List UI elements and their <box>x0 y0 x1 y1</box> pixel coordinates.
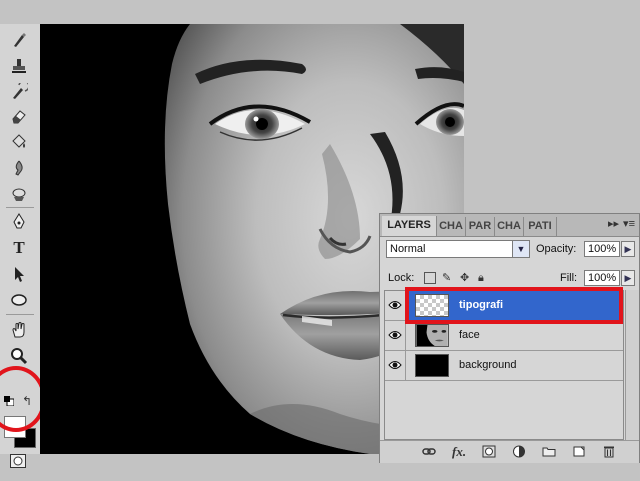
eye-icon <box>388 361 402 369</box>
blend-mode-select[interactable]: Normal ▼ <box>386 240 530 258</box>
lock-label: Lock: <box>388 272 415 284</box>
chevron-down-icon[interactable]: ▼ <box>512 241 529 257</box>
tab-character[interactable]: CHA <box>495 217 524 236</box>
clone-stamp-icon[interactable] <box>8 56 30 76</box>
fill-input[interactable]: 100% <box>584 270 620 286</box>
path-selection-icon[interactable] <box>8 264 30 284</box>
visibility-toggle[interactable] <box>385 321 406 350</box>
opacity-slider-arrow-icon[interactable]: ▶ <box>621 241 635 257</box>
layer-name: background <box>459 359 517 371</box>
visibility-toggle[interactable] <box>385 351 406 380</box>
fill-slider-arrow-icon[interactable]: ▶ <box>621 270 635 286</box>
toolbar-separator <box>6 314 34 315</box>
hand-icon[interactable] <box>8 320 30 340</box>
tab-channels[interactable]: CHA <box>437 217 466 236</box>
layer-name: face <box>459 329 480 341</box>
quick-mask-icon[interactable] <box>10 454 26 468</box>
eye-icon <box>388 331 402 339</box>
layer-row-face[interactable]: face <box>385 321 623 351</box>
trash-icon[interactable] <box>602 445 616 458</box>
opacity-label: Opacity: <box>536 243 577 255</box>
panel-tab-bar: LAYERS CHA PAR CHA PATI ▸▸ ▾≡ <box>380 214 639 237</box>
layer-thumbnail <box>415 354 449 377</box>
lock-all-icon[interactable]: 🔒︎ <box>478 272 490 284</box>
type-icon[interactable]: T <box>8 238 30 258</box>
panel-menu-icon[interactable]: ▾≡ <box>623 217 635 230</box>
layer-thumbnail <box>415 324 449 347</box>
tab-layers[interactable]: LAYERS <box>382 216 437 236</box>
tab-paths[interactable]: PATI <box>524 217 557 236</box>
lock-position-move-icon[interactable]: ✥ <box>460 272 472 284</box>
eye-icon <box>388 301 402 309</box>
mask-icon[interactable] <box>482 445 496 458</box>
fill-label: Fill: <box>560 272 578 284</box>
annotation-highlight-box <box>405 287 623 324</box>
tab-paragraph[interactable]: PAR <box>466 217 495 236</box>
visibility-toggle[interactable] <box>385 291 406 320</box>
blend-mode-value: Normal <box>390 243 426 255</box>
new-layer-icon[interactable] <box>572 445 586 458</box>
panel-collapse-icon[interactable]: ▸▸ <box>608 217 619 230</box>
layer-row-background[interactable]: background <box>385 351 623 381</box>
paint-bucket-icon[interactable] <box>8 132 30 152</box>
lock-image-brush-icon[interactable]: ✎ <box>442 272 454 284</box>
layers-panel: LAYERS CHA PAR CHA PATI ▸▸ ▾≡ Normal ▼ O… <box>379 213 640 463</box>
eraser-icon[interactable] <box>8 106 30 126</box>
lock-transparent-icon[interactable] <box>424 272 436 284</box>
pen-icon[interactable] <box>8 212 30 232</box>
fx-icon[interactable]: fx. <box>452 445 466 458</box>
layers-panel-footer: fx. <box>380 440 639 463</box>
toolbar-separator <box>6 207 34 208</box>
layer-list-scrollbar[interactable] <box>625 290 639 440</box>
link-icon[interactable] <box>422 445 436 458</box>
adjustment-icon[interactable] <box>512 445 526 458</box>
ellipse-icon[interactable] <box>8 290 30 310</box>
history-brush-icon[interactable] <box>8 82 30 102</box>
dodge-icon[interactable] <box>8 184 30 204</box>
group-folder-icon[interactable] <box>542 445 556 458</box>
opacity-input[interactable]: 100% <box>584 241 620 257</box>
brush-icon[interactable] <box>8 30 30 50</box>
blur-icon[interactable] <box>8 158 30 178</box>
zoom-icon[interactable] <box>8 346 30 366</box>
